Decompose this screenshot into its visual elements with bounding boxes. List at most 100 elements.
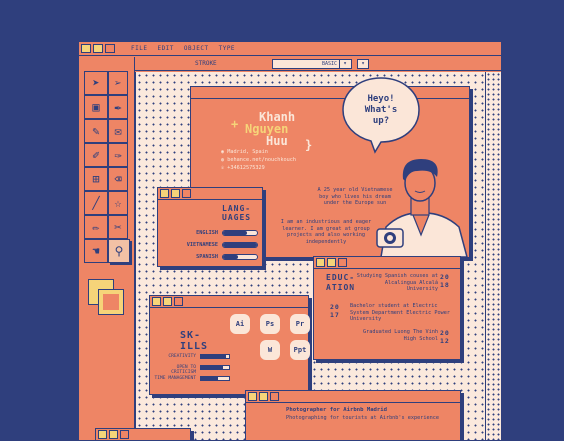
zoom-tool-icon[interactable]: ⚲ xyxy=(108,239,130,263)
language-level-bar xyxy=(222,230,258,236)
experience-window: Photographer for Airbnb Madrid Photograp… xyxy=(245,390,461,440)
menu-file[interactable]: FILE xyxy=(131,45,147,52)
languages-window: LANG-UAGES ENGLISH VIETNAMESE SPANISH xyxy=(157,187,263,267)
win-square xyxy=(152,297,161,306)
menu-object[interactable]: OBJECT xyxy=(184,45,209,52)
soft-skill-label: CREATIVITY xyxy=(168,354,196,359)
menu-type[interactable]: TYPE xyxy=(219,45,235,52)
education-year: 20 12 xyxy=(440,329,450,345)
stroke-menu-icon[interactable]: ▾ xyxy=(357,59,369,69)
win-square xyxy=(98,430,107,439)
skills-window: SK-ILLS Ai Ps Pr W Ppt CREATIVITY OPEN TO CRI… xyxy=(149,295,310,395)
soft-skill-label: OPEN TO CRITICISM xyxy=(171,365,196,375)
education-year: 20 17 xyxy=(330,303,340,319)
plus-decoration: + xyxy=(231,117,239,131)
win-square xyxy=(182,189,191,198)
languages-window-bar xyxy=(158,188,262,200)
stroke-label: STROKE xyxy=(195,60,217,67)
language-label: ENGLISH xyxy=(196,230,218,236)
pencil-icon[interactable]: ✎ xyxy=(84,119,108,143)
pen-tool-icon[interactable]: ✒ xyxy=(108,95,128,119)
language-level-bar xyxy=(222,254,258,260)
win-square xyxy=(174,297,183,306)
hidden-window-bar xyxy=(96,429,190,440)
selection-arrow-icon[interactable]: ➤ xyxy=(84,71,108,95)
soft-skill-bar xyxy=(200,365,230,370)
location-text: Madrid, Spain xyxy=(227,149,268,155)
win-square xyxy=(163,297,172,306)
education-window: EDUC-ATION Studying Spanish couses at Al… xyxy=(313,256,461,360)
language-label: VIETNAMESE xyxy=(186,242,218,248)
software-skill-badge: W xyxy=(260,340,280,360)
brace-decoration: } xyxy=(305,138,313,152)
software-skill-badge: Ppt xyxy=(290,340,310,360)
language-label: SPANISH xyxy=(196,254,218,260)
software-skill-badge: Ps xyxy=(260,314,280,334)
experience-job-title: Photographer for Airbnb Madrid xyxy=(286,407,388,413)
speech-bubble-text: Heyo! What's up? xyxy=(364,94,398,126)
hidden-window xyxy=(95,428,191,440)
stroke-toolbar: STROKE BASIC ▾ xyxy=(127,57,501,71)
win-square xyxy=(248,392,257,401)
soft-skill-label: TIME MANAGEMENT xyxy=(154,376,197,381)
tool-palette: ➤ ➢ ▣ ✒ ✎ ✉ ✐ ✑ ⊞ ⌫ ╱ ☆ ✏ ✂ ☚ ⚲ xyxy=(79,57,135,440)
contact-location: ◉ Madrid, Spain xyxy=(221,149,268,156)
skills-window-bar xyxy=(150,296,308,308)
mail-icon[interactable]: ✉ xyxy=(108,119,128,143)
languages-title: LANG-UAGES xyxy=(222,204,252,222)
window-control-orange[interactable] xyxy=(105,44,115,53)
win-square xyxy=(338,258,347,267)
win-square xyxy=(259,392,268,401)
soft-skill-fill xyxy=(201,366,224,369)
win-square xyxy=(327,258,336,267)
win-square xyxy=(171,189,180,198)
soft-skill-fill xyxy=(201,377,218,380)
education-entry: Studying Spanish couses at Alcalingua Al… xyxy=(356,273,438,292)
direct-select-icon[interactable]: ➢ xyxy=(108,71,128,95)
language-level-fill xyxy=(223,231,247,235)
win-square xyxy=(160,189,169,198)
eyedropper-icon[interactable]: ✏ xyxy=(84,215,108,239)
experience-window-bar xyxy=(246,391,460,403)
software-skill-badge: Pr xyxy=(290,314,310,334)
menu-edit[interactable]: EDIT xyxy=(157,45,173,52)
skills-title: SK-ILLS xyxy=(180,330,209,352)
contact-website: ◍ behance.net/nouchkouch xyxy=(221,157,296,164)
contact-phone: ☏ +34612575329 xyxy=(221,165,265,172)
design-app-window: FILE EDIT OBJECT TYPE STROKE BASIC ▾ ➤ ➢… xyxy=(78,41,502,441)
stroke-color-swatch[interactable] xyxy=(98,289,124,315)
soft-skill-fill xyxy=(201,355,227,358)
star-tool-icon[interactable]: ☆ xyxy=(108,191,128,215)
language-level-fill xyxy=(223,255,239,259)
win-square xyxy=(316,258,325,267)
menu-bar: FILE EDIT OBJECT TYPE xyxy=(79,42,501,56)
win-square xyxy=(109,430,118,439)
experience-description: Photographing for tourists at Airbnb's e… xyxy=(286,415,440,421)
hand-tool-icon[interactable]: ☚ xyxy=(84,239,108,263)
crop-icon[interactable]: ⊞ xyxy=(84,167,108,191)
window-control-yellow[interactable] xyxy=(81,44,91,53)
line-tool-icon[interactable]: ╱ xyxy=(84,191,108,215)
education-entry: Bachelor student at Electric System Depa… xyxy=(350,303,450,322)
website-link[interactable]: behance.net/nouchkouch xyxy=(227,157,296,163)
artboard-icon[interactable]: ▣ xyxy=(84,95,108,119)
software-skill-badge: Ai xyxy=(230,314,250,334)
eraser-icon[interactable]: ⌫ xyxy=(108,167,128,191)
brush-icon[interactable]: ✐ xyxy=(84,143,108,167)
language-level-bar xyxy=(222,242,258,248)
education-year: 20 18 xyxy=(440,273,450,289)
stroke-select[interactable]: BASIC xyxy=(272,59,352,69)
education-entry: Graduated Luong The Vinh High School xyxy=(363,329,438,342)
scissors-icon[interactable]: ✂ xyxy=(108,215,128,239)
bio-details: I am an industrious and eager learner. I… xyxy=(280,219,372,245)
name-line-3: Huu xyxy=(266,134,288,148)
phone-text: +34612575329 xyxy=(227,165,265,171)
soft-skill-bar xyxy=(200,376,230,381)
window-control-yellow-2[interactable] xyxy=(93,44,103,53)
education-window-bar xyxy=(314,257,460,269)
vertical-scrollbar[interactable] xyxy=(485,72,501,440)
win-square xyxy=(120,430,129,439)
blob-brush-icon[interactable]: ✑ xyxy=(108,143,128,167)
portrait-illustration xyxy=(376,159,468,257)
language-level-fill xyxy=(223,243,257,247)
